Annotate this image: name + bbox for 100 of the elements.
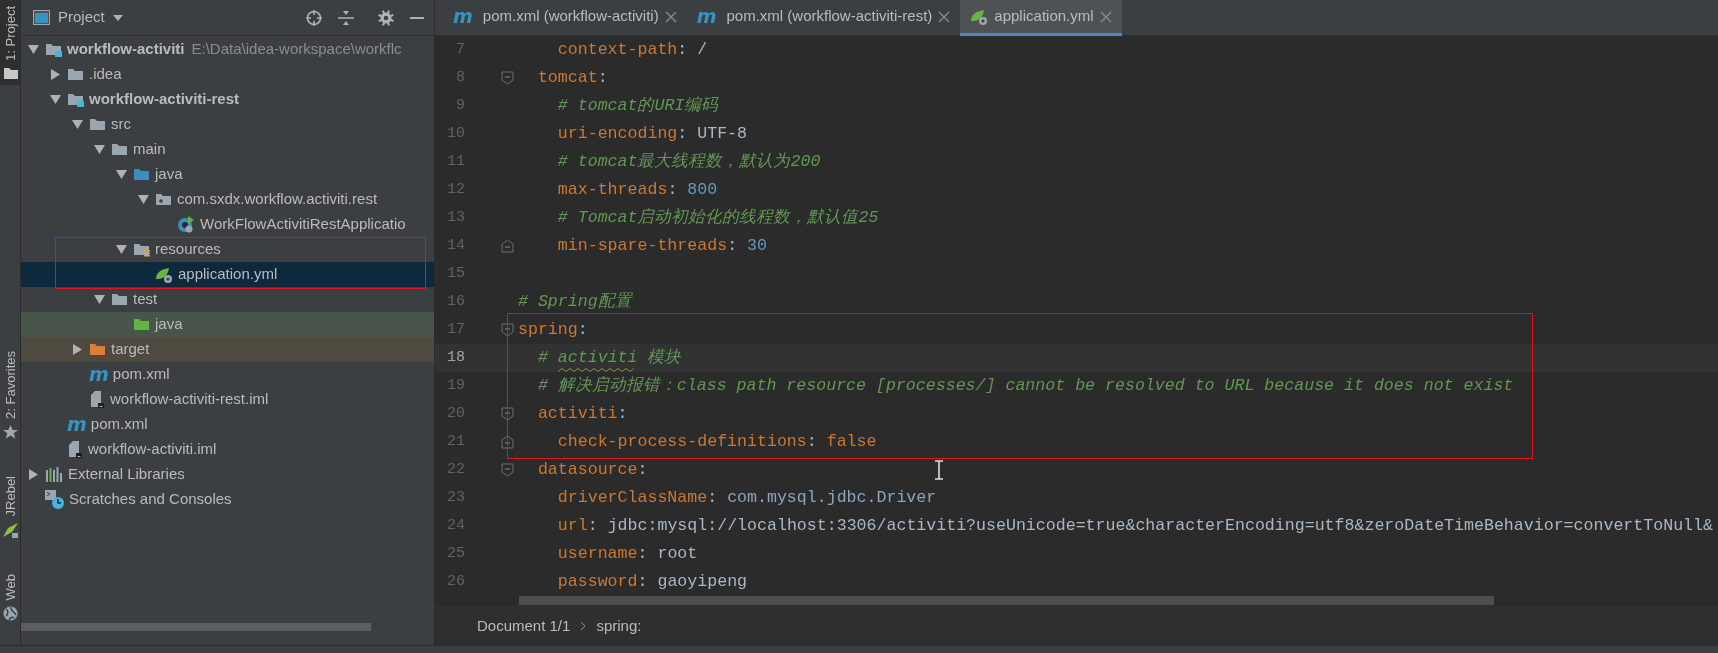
disclosure-triangle-icon[interactable] [137,195,149,204]
tool-window-button[interactable]: JRebel [0,470,21,544]
code-line: driverClassName: com.mysql.jdbc.Driver [556,486,937,509]
fold-marker-icon[interactable] [501,435,514,449]
line-number: 22 [446,459,465,480]
fold-marker-icon[interactable] [501,463,514,477]
rocket-icon [3,522,18,538]
breadcrumb[interactable]: spring: [596,614,642,638]
file-icon [67,441,83,458]
maven-icon: m [89,365,108,384]
caret-icon [112,14,123,21]
disclosure-triangle-icon[interactable] [27,45,39,54]
tree-item[interactable]: java [21,312,434,337]
project-path: E:\Data\idea-workspace\workflc [191,39,402,60]
fold-marker-icon[interactable] [501,323,514,337]
text-cursor-icon [934,460,944,480]
disclosure-triangle-icon[interactable] [28,469,38,480]
maven-icon: m [696,7,716,26]
tree-item[interactable]: m pom.xml [21,362,434,387]
disclosure-triangle-icon[interactable] [49,95,61,104]
panel-icon [33,10,50,25]
tool-window-button[interactable]: 1: Project [0,0,21,85]
line-number: 18 [446,347,465,368]
editor-tab[interactable]: application.yml [960,0,1122,36]
line-number: 12 [446,179,465,200]
package-folder-icon [155,192,172,207]
tool-window-button[interactable]: Web [0,567,21,627]
code-line: url: jdbc:mysql://localhost:3306/activiti?useUnicode=true&characterEncoding=utf8&zeroDateTimeBehavior=convertToNull& [556,514,1713,537]
tree-item[interactable]: workflow-activiti-rest.iml [21,387,434,412]
scrollbar-thumb[interactable] [519,596,1494,605]
disclosure-triangle-icon[interactable] [115,245,127,254]
tree-item[interactable]: workflow-activiti-rest [21,87,434,112]
folder-icon [111,292,128,307]
line-number: 17 [446,319,465,340]
editor-tab[interactable]: m pom.xml (workflow-activiti) [443,0,687,36]
close-icon[interactable] [938,10,951,23]
tree-item[interactable]: External Libraries [21,462,434,487]
scrollbar-thumb[interactable] [21,623,371,631]
line-number: 23 [446,487,465,508]
tree-item[interactable]: workflow-activiti.iml [21,437,434,462]
disclosure-triangle-icon[interactable] [93,295,105,304]
tree-item[interactable]: src [21,112,434,137]
code-line: context-path: / [556,38,708,61]
line-number: 20 [446,403,465,424]
settings-icon [378,9,394,26]
disclosure-triangle-icon[interactable] [72,344,82,355]
tree-item[interactable]: workflow-activiti E:\Data\idea-workspace\workflc [21,37,434,62]
line-number: 16 [446,291,465,312]
close-icon[interactable] [664,10,677,23]
disclosure-triangle-icon[interactable] [115,170,127,179]
code-line: datasource: [536,458,648,481]
folder-icon [111,142,128,157]
disclosure-triangle-icon[interactable] [93,145,105,154]
line-number: 21 [446,431,465,452]
crosshair-icon [306,9,322,26]
collapse-all-icon [338,9,354,26]
code-line: # tomcat的URI编码 [556,94,719,117]
folder-icon [89,342,106,357]
tree-item[interactable]: java [21,162,434,187]
tree-item[interactable]: .idea [21,62,434,87]
disclosure-triangle-icon[interactable] [71,120,83,129]
tree-item[interactable]: WorkFlowActivitiRestApplicatio [21,212,434,237]
fold-marker-icon[interactable] [501,71,514,85]
code-line: # tomcat最大线程数，默认为200 [556,150,821,173]
file-icon [89,391,105,408]
chevron-icon [580,621,587,631]
minimize-icon [410,16,424,19]
view-selector[interactable]: Project [29,4,127,31]
tree-item[interactable]: main [21,137,434,162]
tree-item[interactable]: target [21,337,434,362]
line-number: 9 [455,95,465,116]
tree-item[interactable]: m pom.xml [21,412,434,437]
folder-icon [133,317,150,332]
fold-marker-icon[interactable] [501,407,514,421]
tree-item[interactable]: test [21,287,434,312]
code-line: max-threads: 800 [556,178,718,201]
fold-marker-icon[interactable] [501,239,514,253]
code-line: tomcat: [536,66,608,89]
globe-icon [3,606,18,621]
leaf-gear-icon [155,266,173,283]
code-line: activiti: [536,402,628,425]
code-line: # 解决启动报错：class path resource [processes/] cannot be resolved to URL because it does not exist [536,374,1514,397]
disclosure-triangle-icon[interactable] [50,69,60,80]
line-number: 24 [446,515,465,536]
code-line: # activiti 模块 [536,346,682,369]
tree-item[interactable]: resources [21,237,434,262]
code-line: min-spare-threads: 30 [556,234,767,257]
tree-item[interactable]: Scratches and Consoles [21,487,434,512]
scratches-icon [45,490,64,509]
code-line: # Tomcat启动初始化的线程数，默认值25 [556,206,879,229]
breadcrumb[interactable]: Document 1/1 [477,614,571,638]
resources-folder-icon [133,242,150,257]
tool-window-button[interactable]: 2: Favorites [0,345,21,447]
editor-tab[interactable]: m pom.xml (workflow-activiti-rest) [686,0,961,36]
folder-icon [67,67,84,82]
tree-item[interactable]: com.sxdx.workflow.activiti.rest [21,187,434,212]
tree-item[interactable]: application.yml [21,262,434,287]
line-number: 25 [446,543,465,564]
line-number: 11 [446,151,465,172]
maven-icon: m [67,415,86,434]
